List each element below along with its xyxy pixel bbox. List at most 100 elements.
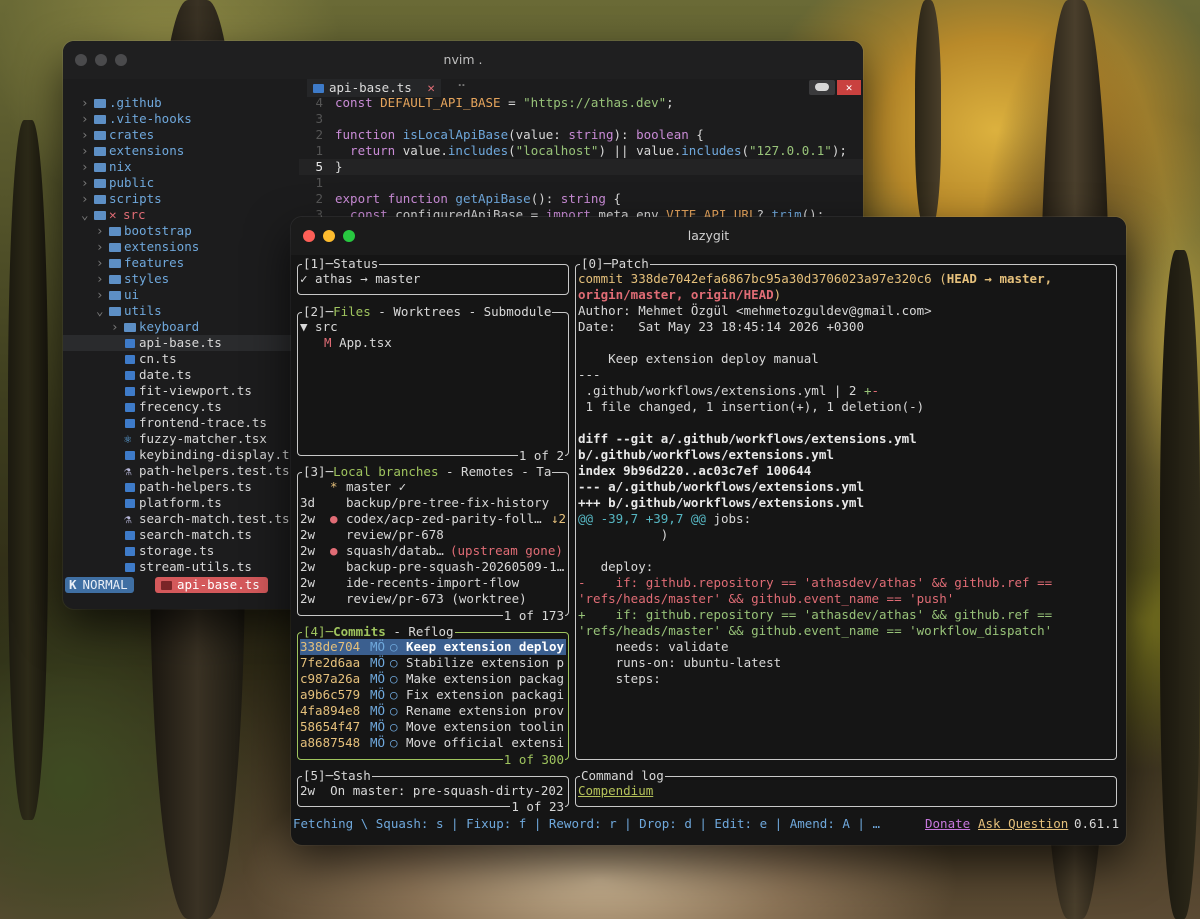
chevron-icon[interactable]: › (81, 159, 89, 175)
commit-item[interactable]: a9b6c579 MÖ ○ Fix extension packagi (300, 687, 566, 703)
tree-item[interactable]: search-match.ts (63, 527, 291, 543)
tree-item[interactable]: › styles (63, 271, 291, 287)
minimize-window-button[interactable] (323, 230, 335, 242)
tree-item[interactable]: › bootstrap (63, 223, 291, 239)
branch-item[interactable]: 2w ● squash/datab… (upstream gone) (300, 543, 566, 559)
tree-item[interactable]: › nix (63, 159, 291, 175)
chevron-icon[interactable]: › (96, 223, 104, 239)
tree-item[interactable]: › public (63, 175, 291, 191)
lazygit-titlebar: lazygit (291, 217, 1126, 255)
tree-item[interactable]: › ui (63, 287, 291, 303)
commit-message: Move official extensi (406, 735, 565, 750)
tab-local-branches[interactable]: Local branches (333, 464, 438, 479)
tree-item[interactable]: ⚛ fuzzy-matcher.tsx (63, 431, 291, 447)
panel-number: [3]─ (303, 464, 334, 479)
chevron-icon[interactable]: ⌄ (96, 303, 104, 319)
commit-circle-icon: ○ (390, 735, 398, 750)
minimize-window-button[interactable] (95, 54, 107, 66)
ask-question-link[interactable]: Ask Question (978, 816, 1068, 832)
stash-item[interactable]: 2w On master: pre-squash-dirty-202 (300, 783, 563, 799)
branch-item[interactable]: 2w ide-recents-import-flow (300, 575, 566, 591)
commits-panel[interactable]: [4]─Commits - Reflog 338de704 MÖ ○ Keep ext… (297, 624, 569, 768)
tree-item[interactable]: ⚗ path-helpers.test.ts (63, 463, 291, 479)
chevron-icon[interactable]: › (96, 239, 104, 255)
branch-item[interactable]: 2w ● codex/acp-zed-parity-foll… ↓2 (300, 511, 566, 527)
commit-item[interactable]: 7fe2d6aa MÖ ○ Stabilize extension p (300, 655, 566, 671)
tree-item[interactable]: ⌄ utils (63, 303, 291, 319)
zoom-window-button[interactable] (343, 230, 355, 242)
tree-item[interactable]: ⚗ search-match.test.ts (63, 511, 291, 527)
tree-item[interactable]: › scripts (63, 191, 291, 207)
tab-commits[interactable]: Commits (333, 624, 386, 639)
tree-item[interactable]: › .vite-hooks (63, 111, 291, 127)
tree-label: src (123, 207, 146, 222)
branch-item[interactable]: * master ✓ (300, 479, 566, 495)
patch-token: ) (578, 527, 669, 542)
commit-item[interactable]: c987a26a MÖ ○ Make extension packag (300, 671, 566, 687)
tree-item[interactable]: keybinding-display.t (63, 447, 291, 463)
stash-panel[interactable]: [5]─Stash 2w On master: pre-squash-dirty… (297, 768, 569, 815)
code-token: (): (530, 191, 561, 206)
tree-item[interactable]: cn.ts (63, 351, 291, 367)
chevron-icon[interactable]: › (81, 191, 89, 207)
command-log-link[interactable]: Compendium (578, 783, 653, 799)
branches-panel[interactable]: [3]─Local branches - Remotes - Ta * maste… (297, 464, 569, 624)
chevron-icon[interactable]: › (96, 255, 104, 271)
branch-item[interactable]: 2w review/pr-673 (worktree) (300, 591, 566, 607)
patch-panel[interactable]: [0]─Patch commit 338de7042efa6867bc95a30… (575, 256, 1117, 760)
commit-item[interactable]: 338de704 MÖ ○ Keep extension deploy (300, 639, 566, 655)
chevron-icon[interactable]: › (81, 127, 89, 143)
commit-item[interactable]: 4fa894e8 MÖ ○ Rename extension prov (300, 703, 566, 719)
commit-sha: a8687548 (300, 735, 361, 750)
status-panel[interactable]: [1]─Status ✓ athas → master (297, 256, 569, 295)
tree-item[interactable]: path-helpers.ts (63, 479, 291, 495)
close-buffer-icon[interactable]: ✕ (837, 80, 861, 95)
tree-item[interactable]: storage.ts (63, 543, 291, 559)
donate-link[interactable]: Donate (925, 816, 970, 832)
branch-item[interactable]: 3d backup/pre-tree-fix-history (300, 495, 566, 511)
tree-item[interactable]: › .github (63, 95, 291, 111)
files-panel[interactable]: [2]─Files - Worktrees - Submodule ▼ src … (297, 304, 569, 464)
chevron-icon[interactable]: › (81, 143, 89, 159)
panel-tabs[interactable]: - Reflog (386, 624, 453, 639)
close-window-button[interactable] (75, 54, 87, 66)
chevron-icon[interactable]: ⌄ (81, 207, 89, 223)
tree-item[interactable]: › features (63, 255, 291, 271)
chevron-icon[interactable]: › (81, 111, 89, 127)
commit-item[interactable]: a8687548 MÖ ○ Move official extensi (300, 735, 566, 751)
tree-item[interactable]: date.ts (63, 367, 291, 383)
dir-item[interactable]: ▼ src (300, 319, 338, 335)
panel-tabs[interactable]: - Worktrees - Submodule (371, 304, 551, 319)
tree-item[interactable]: ⌄ ✕ src (63, 207, 291, 223)
tree-item[interactable]: › extensions (63, 143, 291, 159)
chevron-icon[interactable]: › (96, 287, 104, 303)
code-editor[interactable]: 4 const DEFAULT_API_BASE = "https://athas… (299, 95, 863, 235)
close-window-button[interactable] (303, 230, 315, 242)
chevron-icon[interactable]: › (81, 95, 89, 111)
zoom-window-button[interactable] (115, 54, 127, 66)
patch-token: Keep extension deploy manual (578, 351, 819, 366)
branch-item[interactable]: 2w backup-pre-squash-20260509-1… (300, 559, 566, 575)
branch-item[interactable]: 2w review/pr-678 (300, 527, 566, 543)
patch-line: deploy: (578, 559, 1114, 575)
tree-item[interactable]: › keyboard (63, 319, 291, 335)
tree-item[interactable]: api-base.ts (63, 335, 291, 351)
tree-item[interactable]: fit-viewport.ts (63, 383, 291, 399)
tree-item[interactable]: frecency.ts (63, 399, 291, 415)
commit-item[interactable]: 58654f47 MÖ ○ Move extension toolin (300, 719, 566, 735)
chevron-icon[interactable]: › (81, 175, 89, 191)
tree-item[interactable]: › crates (63, 127, 291, 143)
tree-item[interactable]: stream-utils.ts (63, 559, 291, 575)
tree-item[interactable]: platform.ts (63, 495, 291, 511)
file-item[interactable]: M App.tsx (324, 335, 392, 351)
tree-item[interactable]: frontend-trace.ts (63, 415, 291, 431)
chevron-icon[interactable]: › (111, 319, 119, 335)
toggle-icon[interactable] (809, 80, 835, 95)
chevron-icon[interactable]: › (96, 271, 104, 287)
tree-item[interactable]: › extensions (63, 239, 291, 255)
command-log-panel[interactable]: Command log Compendium (575, 768, 1117, 807)
tab-files[interactable]: Files (333, 304, 371, 319)
patch-token: 'refs/heads/master' && github.event_name… (578, 591, 955, 606)
tab-close-icon[interactable]: ✕ (427, 80, 435, 95)
panel-tabs[interactable]: - Remotes - Ta (438, 464, 551, 479)
